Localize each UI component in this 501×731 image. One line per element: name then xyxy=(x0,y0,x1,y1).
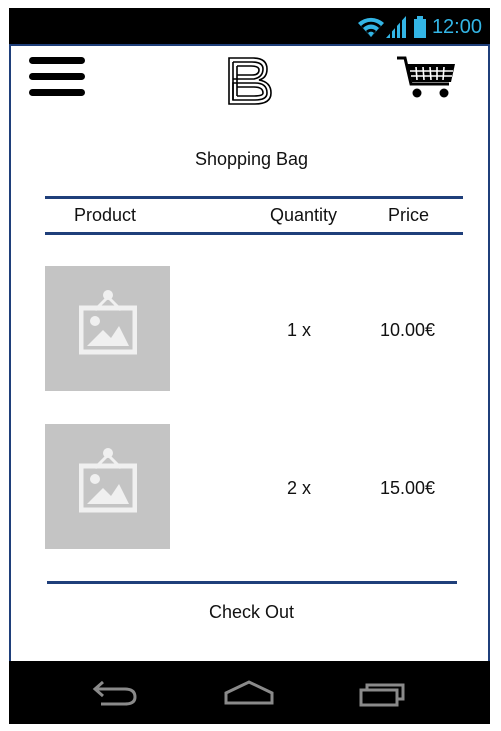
phone-frame: 12:00 Shopping Bag Product Quantity Pric… xyxy=(9,8,490,724)
hamburger-menu-icon[interactable] xyxy=(29,56,85,98)
product-image-placeholder[interactable] xyxy=(45,266,170,391)
table-top-divider xyxy=(45,196,463,199)
app-header xyxy=(9,44,490,110)
page-title: Shopping Bag xyxy=(194,149,309,169)
signal-icon xyxy=(385,16,406,38)
header-product: Product xyxy=(74,205,137,225)
checkout-divider xyxy=(47,581,457,584)
row-2-quantity: 2 x xyxy=(287,478,312,498)
battery-icon xyxy=(413,16,426,38)
row-1-price: 10.00€ xyxy=(380,320,436,340)
shopping-cart-icon[interactable] xyxy=(395,54,457,100)
recent-apps-icon[interactable] xyxy=(359,679,409,712)
header-quantity: Quantity xyxy=(270,205,338,225)
shopping-bag-content: Shopping Bag Product Quantity Price 1 x … xyxy=(9,108,490,661)
status-bar: 12:00 xyxy=(9,8,490,44)
table-header-divider xyxy=(45,232,463,235)
row-1-quantity: 1 x xyxy=(287,320,312,340)
checkout-button[interactable]: Check Out xyxy=(11,602,490,623)
system-nav-bar xyxy=(9,661,490,724)
back-icon[interactable] xyxy=(91,679,139,712)
wifi-icon xyxy=(357,16,384,38)
row-2-price: 15.00€ xyxy=(380,478,436,498)
header-price: Price xyxy=(388,205,430,225)
image-placeholder-icon xyxy=(79,448,137,513)
home-icon[interactable] xyxy=(224,679,274,712)
product-image-placeholder[interactable] xyxy=(45,424,170,549)
image-placeholder-icon xyxy=(79,290,137,355)
brand-logo-icon xyxy=(227,56,275,106)
status-icons: 12:00 xyxy=(357,15,482,39)
status-clock: 12:00 xyxy=(431,16,482,38)
